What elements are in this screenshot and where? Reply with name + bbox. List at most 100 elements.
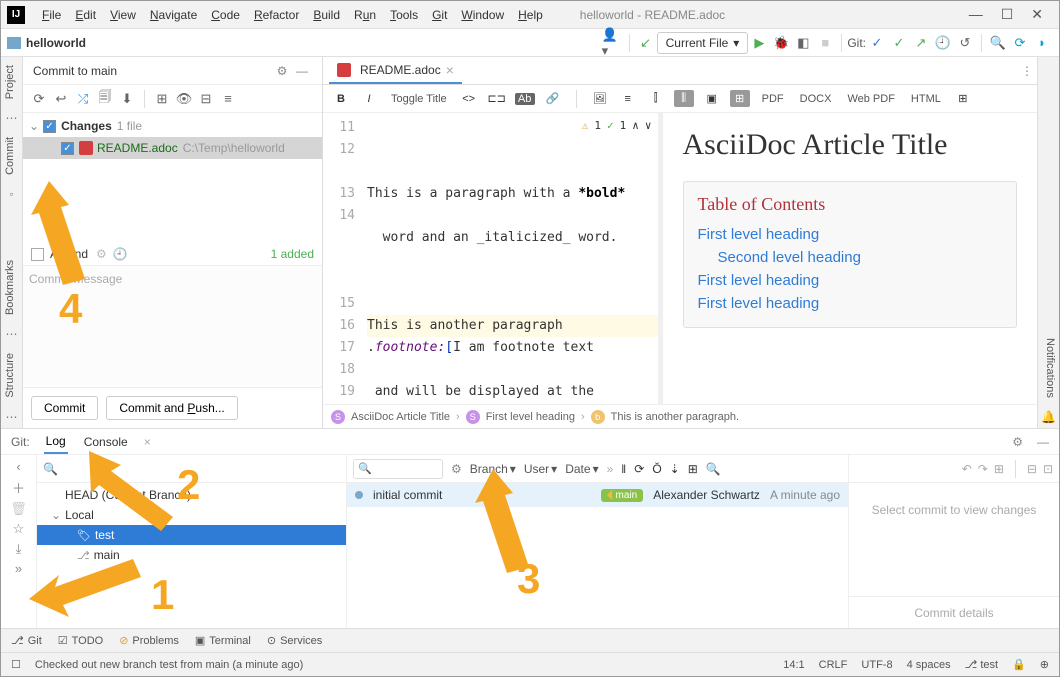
menu-navigate[interactable]: Navigate	[143, 8, 204, 22]
pause-icon[interactable]: ‖	[621, 462, 626, 476]
collapse-icon[interactable]: ≡	[218, 89, 238, 109]
git-update-icon[interactable]: ✓	[866, 32, 888, 54]
bell-icon[interactable]: 🔔	[1038, 406, 1059, 428]
view-browser-button[interactable]: ⊞	[730, 90, 750, 107]
branch-search-input[interactable]	[62, 462, 340, 476]
git-panel-gear-icon[interactable]: ⚙	[1012, 435, 1023, 449]
star-icon[interactable]: ☆	[13, 521, 25, 537]
status-branch[interactable]: ⎇ test	[965, 658, 998, 671]
link-button[interactable]: 🔗	[543, 92, 563, 105]
menu-tools[interactable]: Tools	[383, 8, 425, 22]
status-line-ending[interactable]: CRLF	[819, 659, 848, 671]
commit-button[interactable]: Commit	[31, 396, 98, 420]
amend-history-icon[interactable]: 🕘	[113, 247, 128, 261]
commit-row[interactable]: initial commit main Alexander Schwartz A…	[347, 483, 848, 507]
move-down-icon[interactable]: ⇣	[670, 462, 680, 476]
git-push-icon[interactable]: ↗	[910, 32, 932, 54]
bold-button[interactable]: B	[331, 93, 351, 105]
toc-link-4[interactable]: First level heading	[698, 292, 1003, 315]
editor-more-icon[interactable]: ⋮	[1017, 64, 1037, 78]
amend-checkbox[interactable]	[31, 248, 44, 261]
code-editor[interactable]: This is a paragraph with a *bold* word a…	[363, 113, 658, 404]
view-icon[interactable]: 👁	[174, 89, 194, 109]
rail-notifications[interactable]: Notifications	[1038, 330, 1059, 406]
add-icon[interactable]: ＋	[12, 478, 25, 497]
toc-link-3[interactable]: First level heading	[698, 269, 1003, 292]
file-checkbox[interactable]: ✓	[61, 142, 74, 155]
settings-sync-icon[interactable]: ⟳	[1009, 32, 1031, 54]
toc-link-1[interactable]: First level heading	[698, 223, 1003, 246]
more-icon[interactable]: »	[15, 561, 22, 576]
export-pdf[interactable]: PDF	[758, 91, 788, 107]
cherry-pick-icon[interactable]: Ŏ	[652, 462, 661, 476]
menu-window[interactable]: Window	[454, 8, 511, 22]
image-button[interactable]: 🖼	[590, 92, 610, 105]
minimize-icon[interactable]: —	[969, 6, 983, 23]
align-button[interactable]: ⫿	[646, 92, 666, 105]
find-icon[interactable]: 🔍	[706, 462, 721, 476]
nav-back-icon[interactable]: ‹	[16, 459, 20, 474]
git-commit-icon[interactable]: ✓	[888, 32, 910, 54]
menu-file[interactable]: File	[35, 8, 68, 22]
tab-close-icon[interactable]: ×	[446, 62, 454, 78]
filter-date[interactable]: Date ▾	[565, 462, 598, 476]
filter-more-icon[interactable]: »	[607, 462, 614, 476]
tree-expand-icon[interactable]: ⌄	[29, 119, 39, 133]
brackets-button[interactable]: ⊏⊐	[487, 92, 507, 105]
menu-code[interactable]: Code	[204, 8, 247, 22]
local-row[interactable]: ⌄ Local	[37, 505, 346, 525]
block-button[interactable]: Ab	[515, 93, 535, 105]
diff-icon[interactable]: ⤮	[73, 89, 93, 109]
menu-help[interactable]: Help	[511, 8, 550, 22]
tool-terminal[interactable]: ▣Terminal	[195, 634, 251, 647]
diff-view-icon[interactable]: ⊞	[994, 462, 1004, 476]
branch-main[interactable]: ⎇main	[37, 545, 346, 565]
head-row[interactable]: HEAD (Current Branch)	[37, 485, 346, 505]
branch-test[interactable]: 🏷test	[37, 525, 346, 545]
run-icon[interactable]: ▶	[748, 32, 770, 54]
rail-structure[interactable]: Structure	[1, 345, 22, 406]
stop-icon[interactable]: ■	[814, 32, 836, 54]
log-search-input[interactable]	[353, 459, 443, 479]
toc-link-2[interactable]: Second level heading	[698, 246, 1003, 269]
git-tab-close-icon[interactable]: ×	[144, 435, 151, 449]
list-button[interactable]: ≡	[618, 93, 638, 105]
bc-item-3[interactable]: This is another paragraph.	[611, 411, 739, 423]
git-tab-console[interactable]: Console	[82, 431, 130, 453]
close-icon[interactable]: ✕	[1031, 6, 1043, 23]
code-button[interactable]: <>	[459, 93, 479, 105]
panel-hide-icon[interactable]: —	[292, 64, 312, 78]
changes-checkbox[interactable]: ✓	[43, 120, 56, 133]
delete-icon[interactable]: 🗑	[10, 501, 27, 517]
coverage-icon[interactable]: ◧	[792, 32, 814, 54]
export-docx[interactable]: DOCX	[796, 91, 836, 107]
expand-icon[interactable]: ⊟	[196, 89, 216, 109]
status-memory-icon[interactable]: ⊕	[1040, 658, 1049, 671]
filter-gear-icon[interactable]: ⚙	[451, 462, 462, 476]
reload-icon[interactable]: ⟳	[634, 462, 644, 476]
menu-build[interactable]: Build	[306, 8, 347, 22]
refresh-icon[interactable]: ⟳	[29, 89, 49, 109]
diff-expand-icon[interactable]: ⊟	[1027, 462, 1037, 476]
amend-gear-icon[interactable]: ⚙	[96, 247, 107, 261]
git-revert-icon[interactable]: ↺	[954, 32, 976, 54]
git-history-icon[interactable]: 🕘	[932, 32, 954, 54]
status-lock-icon[interactable]: 🔒	[1012, 658, 1026, 671]
menu-view[interactable]: View	[103, 8, 143, 22]
rail-commit[interactable]: Commit	[1, 129, 22, 183]
table-button[interactable]: ⊞	[953, 92, 973, 105]
panel-gear-icon[interactable]: ⚙	[272, 64, 292, 78]
editor-tab-readme[interactable]: README.adoc ×	[329, 58, 462, 84]
bc-item-2[interactable]: First level heading	[486, 411, 575, 423]
tool-todo[interactable]: ☑TODO	[58, 634, 103, 647]
back-arrow-icon[interactable]: ↙	[635, 32, 657, 54]
group-icon[interactable]: ⊞	[152, 89, 172, 109]
maximize-icon[interactable]: ☐	[1001, 6, 1014, 23]
rail-bookmarks[interactable]: Bookmarks	[1, 252, 22, 323]
git-panel-hide-icon[interactable]: —	[1037, 435, 1049, 449]
filter-user[interactable]: User ▾	[524, 462, 557, 476]
git-tab-log[interactable]: Log	[44, 430, 68, 454]
view-preview-button[interactable]: ▣	[702, 92, 722, 105]
unshelf-icon[interactable]: ⬇	[117, 89, 137, 109]
filter-branch[interactable]: Branch ▾	[470, 462, 516, 476]
